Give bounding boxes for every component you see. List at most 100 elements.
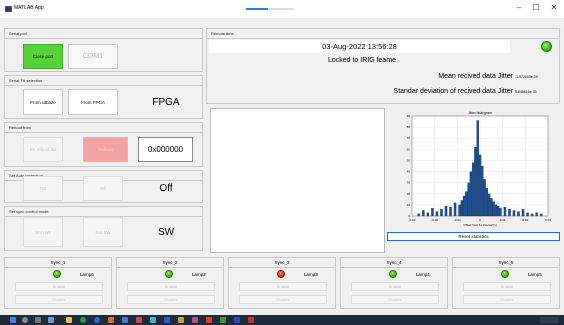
x-axis-label: Offset from 1s interval [s] [463,223,496,227]
search-icon[interactable] [22,317,28,323]
sync-disable-button[interactable]: Disable [463,295,551,304]
matlab-taskbar-icon[interactable] [178,317,184,323]
histogram-bar [535,212,538,217]
sync-disable-button[interactable]: Disable [239,295,327,304]
serial-tx-current: FPGA [152,96,180,108]
sync-disable-button[interactable]: Disable [15,295,103,304]
sync-status-lamp [53,270,61,278]
jitter-label: Mean recived data Jitter [438,73,513,80]
sync-enable-button[interactable]: Enable [15,282,103,291]
histogram-bar [517,211,520,217]
histogram-area: -0.03 -0.02 -0.01 0 0.01 0.02 0.03 0 10 20 30 40 50 6… [388,108,560,230]
sync-enable-button[interactable]: Enable [127,282,215,291]
app-icon-3[interactable] [136,317,142,323]
sync-lamp-label: Lamp2 [192,272,206,277]
x-tick-label: 0 [479,218,481,222]
y-tick-label: 90 [407,114,411,118]
remote-status-text: Locked to IRIG feame [327,57,397,64]
reset-statistics-button[interactable]: Reset statistics [387,232,560,241]
sync-disable-button[interactable]: Disable [127,295,215,304]
serial-tx-panel: Serial TX selection From uBlaze From FPG… [4,75,203,119]
sync-enable-button[interactable]: Enable [239,282,327,291]
histogram-bar [539,213,543,217]
reboot-button[interactable]: Reboot [83,137,128,162]
sync-mode-state: SW [157,226,175,238]
browser-icon[interactable] [94,317,100,323]
sync-lamp-label: Lamp5 [528,272,542,277]
histogram-bar [492,201,495,217]
sync-status-lamp [165,270,173,278]
edge-icon[interactable] [48,317,54,323]
remote-time-panel: Remote time 03-Aug-2022 13:56:28 Locked … [206,28,560,104]
histogram-bar [431,208,434,217]
app-icon-9[interactable] [234,317,240,323]
close-port-button[interactable]: Close port [23,44,63,69]
set-hw-button[interactable]: Set HW [23,217,63,247]
data-display-area [210,108,385,253]
explorer-icon[interactable] [66,317,72,323]
y-tick-label: 20 [407,192,411,196]
task-view-icon[interactable] [35,317,41,323]
app-icon-4[interactable] [150,317,156,323]
histogram-bar [476,120,479,217]
histogram-bar [460,200,464,217]
app-icon-10[interactable] [248,317,254,323]
histogram-bar [496,205,500,217]
reboot-address-field[interactable]: 0x000000 [138,137,193,162]
app-icon-6[interactable] [192,317,198,323]
sync-title: Sync_4 [386,260,402,265]
set-sw-button[interactable]: Set SW [83,217,123,247]
protection-off-button[interactable]: Off [83,176,123,201]
sync-title: Sync_5 [498,260,514,265]
sync-panel: Sync_4 Lamp4 Enable Disable [340,257,448,309]
system-tray[interactable] [540,317,558,323]
histogram-bar [444,205,448,217]
sync-panel: Sync_2 Lamp2 Enable Disable [116,257,224,309]
sync-lamp-label: Lamp3 [304,272,318,277]
app-icon-8[interactable] [220,317,226,323]
chart-title: Jitter histogram [468,111,492,115]
minimize-button[interactable]: – [512,3,526,12]
sync-lamp-label: Lamp4 [416,272,430,277]
start-icon[interactable] [10,317,16,323]
sync-enable-button[interactable]: Enable [463,282,551,291]
chrome-icon[interactable] [80,317,86,323]
histogram-bar [481,165,484,217]
x-tick-label: -0.03 [409,218,416,222]
sync-mode-title: Set sync control mode [9,209,49,214]
serial-tx-title: Serial TX selection [9,78,43,83]
maximize-button[interactable]: ☐ [529,3,543,12]
histogram-bar [494,204,498,217]
app-icon-2[interactable] [122,317,128,323]
jitter-std-value: 5.848616e-03 [515,90,537,94]
sync-disable-button[interactable]: Disable [351,295,439,304]
histogram-bar [458,204,461,217]
x-tick-label: -0.02 [431,218,438,222]
histogram-bar [471,162,475,217]
app-icon-7[interactable] [206,317,212,323]
reboot-panel: Reboot from En reboot list Reboot 0x0000… [4,122,203,167]
en-reboot-list-button[interactable]: En reboot list [23,137,63,162]
histogram-bar [422,210,425,217]
sync-enable-button[interactable]: Enable [351,282,439,291]
y-tick-label: 60 [407,147,411,151]
jitter-histogram-chart: -0.03 -0.02 -0.01 0 0.01 0.02 0.03010203040506… [407,111,552,227]
from-fpga-button[interactable]: From FPGA [68,89,118,115]
histogram-bar [449,207,452,217]
histogram-bar [426,212,430,217]
y-tick-label: 70 [407,136,411,140]
serial-port-title: Serial port [9,31,28,36]
from-ublaze-button[interactable]: From uBlaze [23,89,63,115]
sync-panel: Sync_1 Lamp6 Enable Disable [4,257,112,309]
histogram-bar [503,207,507,217]
close-button[interactable]: ✕ [547,3,561,12]
com-port-field[interactable]: COM1 [68,44,118,69]
x-tick-label: 0.01 [500,218,506,222]
app-icon-1[interactable] [108,317,114,323]
histogram-bar [483,179,486,217]
y-tick-label: 40 [407,170,411,174]
app-icon-5[interactable] [164,317,170,323]
loading-bar-fill [246,8,268,10]
x-tick-label: 0.03 [545,218,551,222]
protection-on-button[interactable]: On [23,176,63,201]
